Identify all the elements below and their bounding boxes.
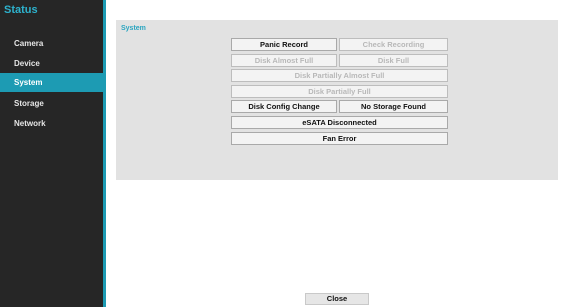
disk-full-button[interactable]: Disk Full xyxy=(339,54,448,67)
disk-config-change-button[interactable]: Disk Config Change xyxy=(231,100,337,113)
sidebar-title: Status xyxy=(4,4,38,16)
sidebar-item-system[interactable]: System xyxy=(0,73,103,92)
system-panel: System Panic Record Check Recording Disk… xyxy=(116,20,558,180)
sidebar: Status Camera Device System Storage Netw… xyxy=(0,0,106,307)
disk-partially-almost-full-button[interactable]: Disk Partially Almost Full xyxy=(231,69,448,82)
no-storage-found-button[interactable]: No Storage Found xyxy=(339,100,448,113)
fan-error-button[interactable]: Fan Error xyxy=(231,132,448,145)
panic-record-button[interactable]: Panic Record xyxy=(231,38,337,51)
disk-almost-full-button[interactable]: Disk Almost Full xyxy=(231,54,337,67)
esata-disconnected-button[interactable]: eSATA Disconnected xyxy=(231,116,448,129)
disk-partially-full-button[interactable]: Disk Partially Full xyxy=(231,85,448,98)
panel-title: System xyxy=(121,25,146,32)
sidebar-item-device[interactable]: Device xyxy=(0,54,103,73)
sidebar-item-camera[interactable]: Camera xyxy=(0,34,103,53)
sidebar-item-network[interactable]: Network xyxy=(0,114,103,133)
close-button[interactable]: Close xyxy=(305,293,369,305)
sidebar-item-storage[interactable]: Storage xyxy=(0,94,103,113)
check-recording-button[interactable]: Check Recording xyxy=(339,38,448,51)
